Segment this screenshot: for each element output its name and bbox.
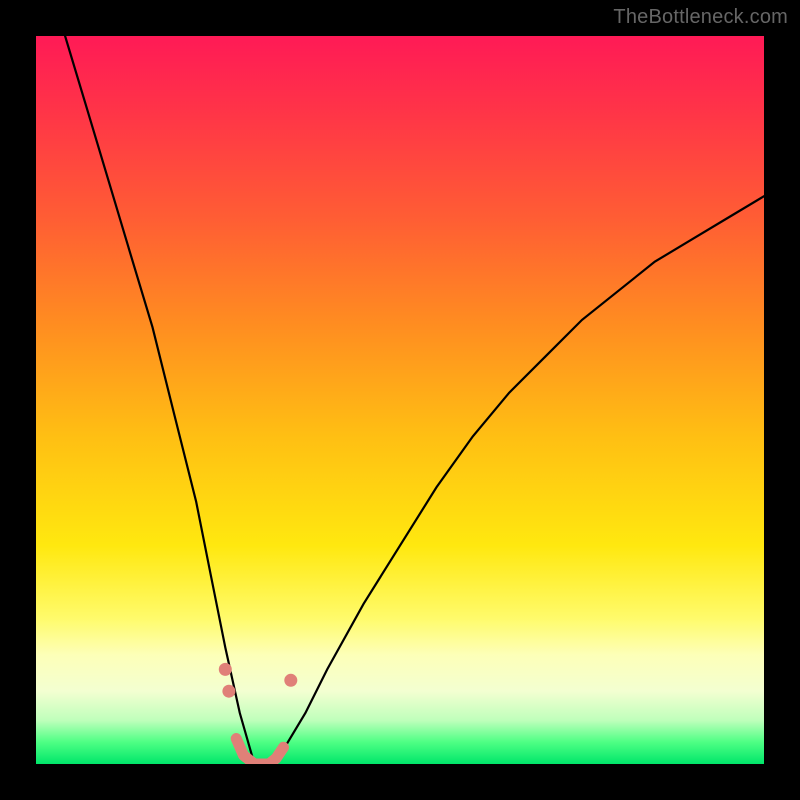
chart-svg [36, 36, 764, 764]
marker-group [219, 663, 297, 698]
trough-highlight [236, 739, 283, 765]
bottleneck-curve [65, 36, 764, 764]
left-dot-upper [219, 663, 232, 676]
outer-frame: TheBottleneck.com [0, 0, 800, 800]
plot-area [36, 36, 764, 764]
right-dot [284, 674, 297, 687]
left-dot-lower [222, 685, 235, 698]
watermark-text: TheBottleneck.com [613, 6, 788, 29]
